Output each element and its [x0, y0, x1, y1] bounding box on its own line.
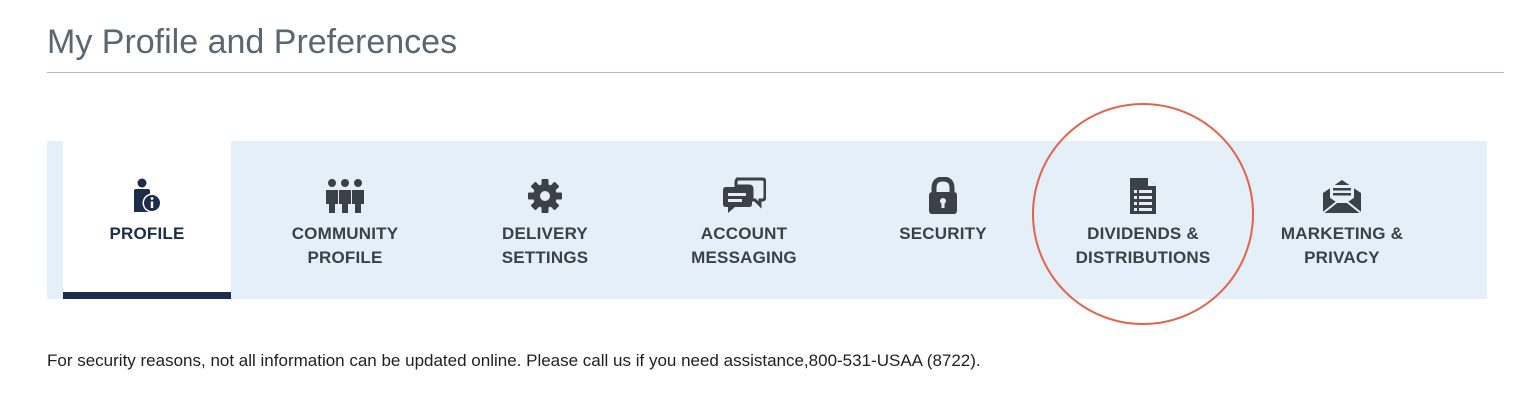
- envelope-icon: [1320, 176, 1364, 216]
- tab-delivery-settings[interactable]: DELIVERY SETTINGS: [462, 141, 628, 299]
- active-tab-indicator: [63, 292, 231, 299]
- tab-label: SECURITY: [899, 224, 987, 243]
- tab-marketing-privacy[interactable]: MARKETING & PRIVACY: [1259, 141, 1425, 299]
- tab-dividends-distributions[interactable]: DIVIDENDS & DISTRIBUTIONS: [1060, 141, 1226, 299]
- tab-community-profile[interactable]: COMMUNITY PROFILE: [262, 141, 428, 299]
- gear-icon: [523, 176, 567, 216]
- page-title: My Profile and Preferences: [47, 23, 458, 61]
- preferences-tab-bar: PROFILE COMMUNITY PROFILE DELIVERY SETTI…: [47, 141, 1487, 299]
- title-divider: [47, 72, 1504, 73]
- document-list-icon: [1121, 176, 1165, 216]
- tab-label: COMMUNITY PROFILE: [291, 224, 399, 267]
- tab-label: ACCOUNT MESSAGING: [691, 224, 797, 267]
- lock-icon: [921, 176, 965, 216]
- tab-account-messaging[interactable]: ACCOUNT MESSAGING: [661, 141, 827, 299]
- group-people-icon: [323, 176, 367, 216]
- tab-security[interactable]: SECURITY: [860, 141, 1026, 299]
- tab-label: DIVIDENDS & DISTRIBUTIONS: [1075, 224, 1211, 267]
- tab-label: PROFILE: [109, 224, 185, 243]
- tab-label: MARKETING & PRIVACY: [1280, 224, 1404, 267]
- security-notice: For security reasons, not all informatio…: [47, 351, 981, 370]
- person-info-icon: [125, 176, 169, 216]
- tab-profile[interactable]: PROFILE: [63, 141, 231, 299]
- chat-bubbles-icon: [722, 176, 766, 216]
- tab-label: DELIVERY SETTINGS: [501, 224, 589, 267]
